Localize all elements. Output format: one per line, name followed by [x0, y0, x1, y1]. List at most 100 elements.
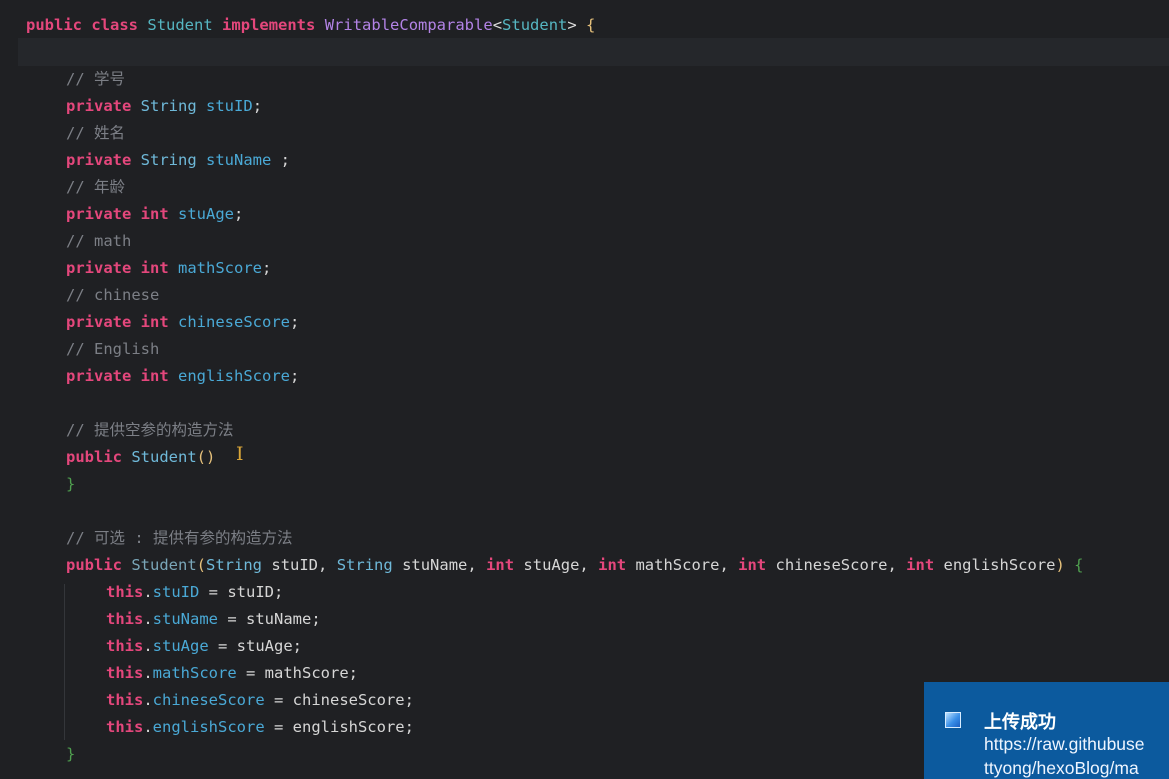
assigned-value: englishScore [292, 718, 405, 736]
notification-url-line-1[interactable]: https://raw.githubuse [984, 734, 1145, 755]
comment: // 提供空参的构造方法 [66, 421, 234, 439]
code-editor[interactable]: public class Student implements Writable… [0, 0, 1169, 779]
field-type: int [140, 259, 169, 277]
keyword-private: private [66, 313, 132, 331]
keyword-this: this [106, 691, 144, 709]
keyword-this: this [106, 718, 144, 736]
field-name: stuName [206, 151, 272, 169]
class-name: Student [147, 16, 213, 34]
param-name: mathScore [635, 556, 720, 574]
param-type: int [486, 556, 515, 574]
field-ref: stuAge [152, 637, 209, 655]
code-line-close-brace: } [26, 471, 1169, 498]
keyword-private: private [66, 151, 132, 169]
param-name: stuAge [523, 556, 580, 574]
field-type: int [140, 367, 169, 385]
constructor-name: Student [131, 448, 197, 466]
assigned-value: chineseScore [292, 691, 405, 709]
keyword-public: public [66, 556, 122, 574]
code-line-comment: // 可选 : 提供有参的构造方法 [26, 525, 1169, 552]
comma: , [719, 556, 729, 574]
comment: // 可选 : 提供有参的构造方法 [66, 529, 293, 547]
assigned-value: mathScore [264, 664, 349, 682]
keyword-private: private [66, 97, 132, 115]
upload-success-notification[interactable]: 上传成功 https://raw.githubuse ttyong/hexoBl… [924, 682, 1169, 779]
constructor-parens: () [196, 448, 216, 466]
code-line-field: private int chineseScore; [26, 309, 1169, 336]
close-brace: } [66, 475, 76, 493]
comma: , [579, 556, 589, 574]
param-name: englishScore [943, 556, 1056, 574]
code-line-field: private String stuID; [26, 93, 1169, 120]
generic-type: Student [502, 16, 568, 34]
keyword-this: this [106, 637, 144, 655]
field-type: String [140, 97, 197, 115]
field-name: stuID [206, 97, 253, 115]
code-line-assignment: this.stuName = stuName; [106, 610, 321, 628]
code-line-field: private String stuName ; [26, 147, 1169, 174]
semicolon: ; [262, 259, 272, 277]
param-type: String [206, 556, 263, 574]
param-type: int [738, 556, 767, 574]
code-line-comment: // math [26, 228, 1169, 255]
comment: // chinese [66, 286, 160, 304]
class-open-brace: { [586, 16, 596, 34]
comma: , [887, 556, 897, 574]
comment: // 姓名 [66, 124, 125, 142]
comment: // math [66, 232, 132, 250]
constructor-name: Student [131, 556, 197, 574]
keyword-this: this [106, 610, 144, 628]
semicolon: ; [271, 151, 291, 169]
field-ref: englishScore [152, 718, 265, 736]
code-line-comment: // 学号 [26, 66, 1169, 93]
code-line-field: private int stuAge; [26, 201, 1169, 228]
field-name: mathScore [178, 259, 263, 277]
comma: , [318, 556, 328, 574]
keyword-private: private [66, 367, 132, 385]
text-cursor-icon: I [236, 443, 244, 465]
param-type: int [598, 556, 627, 574]
upload-success-icon [945, 712, 961, 728]
semicolon: ; [234, 205, 244, 223]
open-brace: { [1074, 556, 1084, 574]
code-line-field: private int mathScore; [26, 255, 1169, 282]
param-name: stuID [271, 556, 319, 574]
code-line-comment: // 姓名 [26, 120, 1169, 147]
generic-open: < [492, 16, 503, 34]
notification-url-line-2[interactable]: ttyong/hexoBlog/ma [984, 758, 1139, 779]
assigned-value: stuAge [236, 637, 293, 655]
keyword-implements: implements [222, 16, 316, 34]
comment: // English [66, 340, 160, 358]
notification-title: 上传成功 [984, 712, 1056, 732]
code-line-comment: // 年龄 [26, 174, 1169, 201]
code-line-assignment: this.stuAge = stuAge; [106, 637, 303, 655]
open-paren: ( [196, 556, 207, 574]
code-line-comment: // 提供空参的构造方法 [26, 417, 1169, 444]
field-name: englishScore [178, 367, 290, 385]
field-ref: stuID [152, 583, 200, 601]
param-name: stuName [402, 556, 468, 574]
keyword-this: this [106, 583, 144, 601]
field-ref: stuName [152, 610, 218, 628]
keyword-private: private [66, 205, 132, 223]
assigned-value: stuID [227, 583, 275, 601]
field-name: stuAge [178, 205, 235, 223]
comment: // 学号 [66, 70, 125, 88]
semicolon: ; [290, 367, 300, 385]
code-line-comment: // chinese [26, 282, 1169, 309]
code-line-class-declaration: public class Student implements Writable… [26, 12, 1169, 39]
field-name: chineseScore [178, 313, 290, 331]
param-type: String [336, 556, 393, 574]
interface-name: WritableComparable [324, 16, 493, 34]
close-paren: ) [1055, 556, 1065, 574]
code-line-field: private int englishScore; [26, 363, 1169, 390]
semicolon: ; [290, 313, 300, 331]
code-line-comment: // English [26, 336, 1169, 363]
comment: // 年龄 [66, 178, 125, 196]
code-area[interactable]: public class Student implements Writable… [26, 12, 1169, 768]
generic-close: > [567, 16, 577, 34]
keyword-this: this [106, 664, 144, 682]
